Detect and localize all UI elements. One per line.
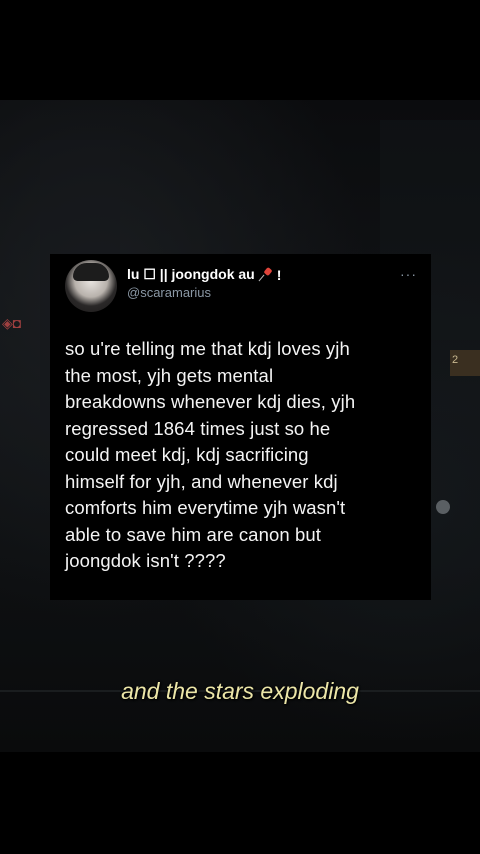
display-name: lu ☐ || joongdok au	[127, 266, 255, 282]
avatar[interactable]	[65, 260, 117, 312]
tweet-card[interactable]: lu ☐ || joongdok au ! @scaramarius ··· s…	[50, 254, 431, 600]
author-meta: lu ☐ || joongdok au ! @scaramarius	[127, 266, 281, 300]
name-suffix: !	[276, 266, 282, 283]
pushpin-icon	[259, 268, 273, 282]
video-caption: and the stars exploding	[121, 678, 359, 704]
tweet-header: lu ☐ || joongdok au ! @scaramarius ···	[65, 260, 417, 316]
street-sign: 2	[450, 350, 480, 376]
car-light	[436, 500, 450, 514]
user-handle[interactable]: @scaramarius	[127, 285, 281, 300]
street-sign-icon: ◈◘	[2, 315, 22, 331]
sign-text: 2	[452, 354, 459, 366]
more-options-icon[interactable]: ···	[400, 266, 417, 282]
tweet-text: so u're telling me that kdj loves yjh th…	[65, 338, 356, 571]
display-name-row[interactable]: lu ☐ || joongdok au !	[127, 266, 281, 283]
